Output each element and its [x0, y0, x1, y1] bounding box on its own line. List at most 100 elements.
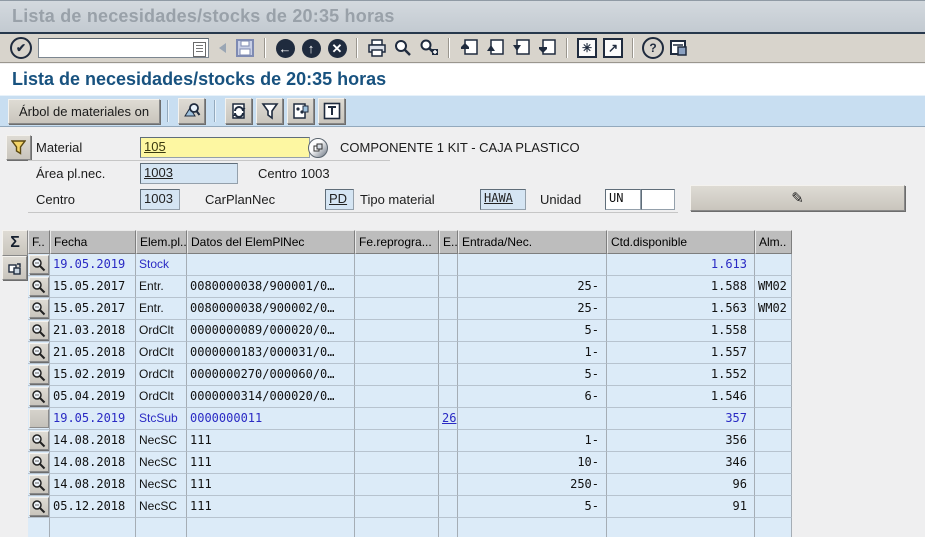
command-input[interactable] [38, 38, 209, 58]
enter-button[interactable]: ✔ [9, 36, 33, 60]
unidad-input-2[interactable] [641, 189, 675, 210]
export-button[interactable] [318, 98, 346, 124]
order-report-button[interactable] [287, 98, 315, 124]
previous-page-icon [487, 39, 504, 55]
overview-button[interactable] [178, 98, 206, 124]
column-header[interactable]: Ctd.disponible [607, 230, 755, 254]
row-select-button[interactable] [28, 409, 49, 428]
detail-magnifier-button[interactable] [28, 365, 49, 384]
print-button[interactable] [365, 36, 389, 60]
table-row: 14.08.2018 NecSC 111 10- 346 [28, 452, 792, 474]
cancel-x-icon: ✕ [327, 38, 347, 58]
column-header[interactable]: Alm.. [755, 230, 792, 254]
cell-alm [755, 364, 792, 386]
detail-magnifier-button[interactable] [28, 387, 49, 406]
column-header[interactable]: Fecha [50, 230, 136, 254]
detail-magnifier-button[interactable] [28, 431, 49, 450]
cell-fe [355, 386, 439, 408]
table-row: 14.08.2018 NecSC 111 250- 96 [28, 474, 792, 496]
first-page-button[interactable] [457, 36, 481, 60]
previous-page-button[interactable] [483, 36, 507, 60]
cell-ctd: 91 [607, 496, 755, 518]
exception-link[interactable]: 26 [439, 408, 458, 430]
exit-button[interactable]: ↑ [299, 36, 323, 60]
detail-window-button[interactable] [2, 256, 27, 280]
detail-magnifier-button[interactable] [28, 453, 49, 472]
detail-magnifier-button[interactable] [28, 299, 49, 318]
last-page-button[interactable] [535, 36, 559, 60]
refresh-button[interactable] [225, 98, 253, 124]
shortcut-button[interactable]: ↗ [601, 36, 625, 60]
table-row: 05.12.2018 NecSC 111 5- 91 [28, 496, 792, 518]
find-button[interactable] [391, 36, 415, 60]
column-header[interactable]: Datos del ElemPlNec [187, 230, 355, 254]
detail-magnifier-button[interactable] [28, 343, 49, 362]
cell-elem: NecSC [136, 474, 187, 496]
carplannec-input[interactable]: PD [325, 189, 354, 210]
last-page-icon [539, 39, 556, 55]
cancel-button[interactable]: ✕ [325, 36, 349, 60]
material-label: Material [36, 140, 83, 155]
cell-e [439, 496, 458, 518]
cell-icon [28, 408, 50, 430]
cell-datos [187, 518, 355, 537]
cell-e [439, 474, 458, 496]
customize-layout-button[interactable] [667, 36, 691, 60]
detail-magnifier-button[interactable] [28, 277, 49, 296]
material-input[interactable]: 105 [140, 137, 310, 158]
unidad-input[interactable]: UN [605, 189, 641, 210]
cell-icon [28, 364, 50, 386]
save-button[interactable] [233, 36, 257, 60]
cell-fecha: 15.02.2019 [50, 364, 136, 386]
material-tree-toggle-button[interactable]: Árbol de materiales on [8, 98, 161, 124]
column-header[interactable]: Elem.pl.. [136, 230, 187, 254]
cell-alm [755, 320, 792, 342]
cell-entrada [458, 254, 607, 276]
new-session-button[interactable]: ✳ [575, 36, 599, 60]
column-header[interactable]: F.. [28, 230, 50, 254]
sigma-icon: Σ [10, 234, 20, 251]
cell-ctd: 346 [607, 452, 755, 474]
content-area: Material 105 COMPONENTE 1 KIT - CAJA PLA… [0, 128, 925, 537]
help-button[interactable]: ? [641, 36, 665, 60]
filter-button[interactable] [256, 98, 284, 124]
cell-alm: WM02 [755, 276, 792, 298]
sum-button[interactable]: Σ [2, 230, 28, 256]
filter-funnel-icon [261, 103, 279, 120]
cell-e [439, 452, 458, 474]
cell-fe [355, 518, 439, 537]
filter-on-button[interactable] [6, 135, 31, 160]
next-page-button[interactable] [509, 36, 533, 60]
magnifier-icon [32, 500, 46, 514]
column-header[interactable]: E.. [439, 230, 458, 254]
command-list-icon[interactable] [193, 42, 206, 57]
magnifier-icon [32, 280, 46, 294]
area-input[interactable]: 1003 [140, 163, 238, 184]
table-row: 14.08.2018 NecSC 111 1- 356 [28, 430, 792, 452]
edit-notes-button[interactable]: ✎ [690, 185, 905, 211]
cell-elem: NecSC [136, 496, 187, 518]
collapse-toolbar-icon[interactable] [219, 43, 226, 53]
cell-icon [28, 430, 50, 452]
find-icon [395, 40, 411, 56]
detail-magnifier-button[interactable] [28, 255, 49, 274]
area-centro-note: Centro 1003 [258, 166, 330, 181]
cell-fecha: 21.05.2018 [50, 342, 136, 364]
tipo-material-input[interactable]: HAWA [480, 189, 526, 210]
cell-fe [355, 408, 439, 430]
column-header[interactable]: Fe.reprogra... [355, 230, 439, 254]
detail-magnifier-button[interactable] [28, 475, 49, 494]
cell-fe [355, 496, 439, 518]
detail-magnifier-button[interactable] [28, 321, 49, 340]
material-matchcode-button[interactable] [308, 138, 328, 158]
overlapping-windows-icon [7, 263, 21, 275]
back-button[interactable]: ← [273, 36, 297, 60]
find-next-button[interactable] [417, 36, 441, 60]
printer-icon [368, 39, 386, 57]
detail-magnifier-button[interactable] [28, 497, 49, 516]
centro-input[interactable]: 1003 [140, 189, 180, 210]
column-header[interactable]: Entrada/Nec. [458, 230, 607, 254]
cell-ctd: 1.546 [607, 386, 755, 408]
cell-ctd: 1.613 [607, 254, 755, 276]
find-next-icon [420, 39, 438, 55]
